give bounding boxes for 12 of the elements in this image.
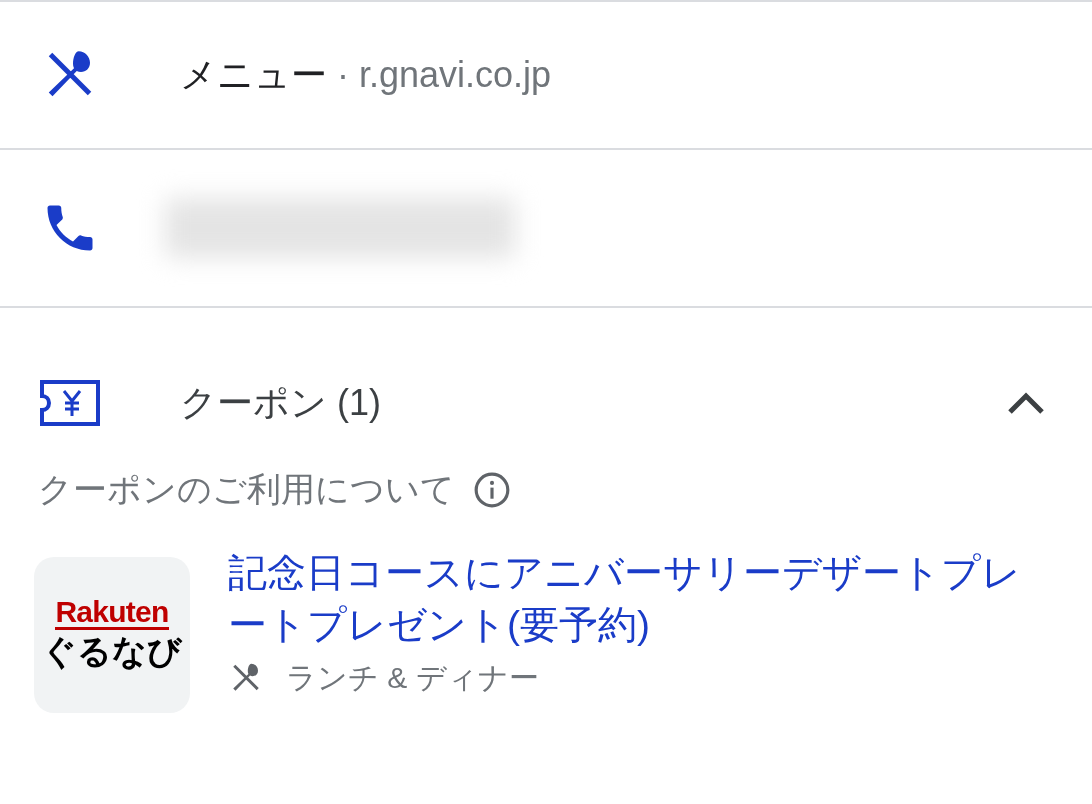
source-link[interactable]: r.gnavi.co.jp — [359, 48, 552, 102]
ticket-yen-icon — [40, 378, 102, 428]
coupon-info-label[interactable]: クーポンのご利用について — [38, 464, 455, 515]
logo-text: Rakuten — [55, 597, 169, 631]
chevron-icon[interactable] — [1006, 390, 1046, 416]
separator: · — [337, 53, 349, 97]
coupon-title[interactable]: 記念日コースにアニバーサリーデザートプレートプレゼント(要予約) — [228, 547, 1048, 651]
logo-text: ぐるなび — [42, 631, 182, 673]
menu-label[interactable]: メニュー — [180, 48, 327, 102]
info-icon[interactable] — [473, 470, 511, 509]
coupon-label[interactable]: クーポン (1) — [180, 376, 1006, 430]
meal-label: ランチ & ディナー — [286, 660, 539, 696]
